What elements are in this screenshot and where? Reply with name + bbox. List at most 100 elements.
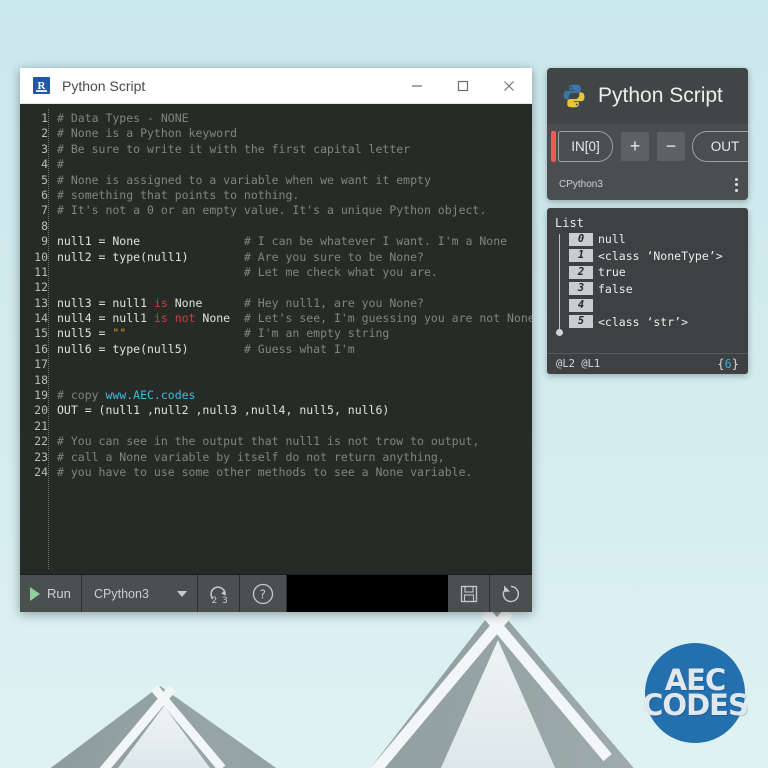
kebab-menu-icon[interactable] [735, 175, 738, 194]
list-item-index: 1 [569, 249, 593, 263]
logo-line-2: CODES [642, 688, 749, 722]
list-item-value: null [598, 232, 626, 247]
output-rows: 0 null 1 <class ‘NoneType’> 2 true 3 false 4 5 <cl… [555, 231, 742, 330]
revert-arrow-icon [502, 585, 520, 602]
code-line: # call a None variable by itself do not … [57, 449, 445, 464]
code-line: # you have to use some other methods to … [57, 464, 473, 479]
question-mark-icon: ? [252, 583, 274, 604]
window-titlebar[interactable]: R Python Script [20, 68, 532, 104]
engine-select[interactable]: CPython3 [82, 575, 198, 612]
output-list-title: List [555, 216, 584, 230]
line-number: 24 [34, 464, 48, 479]
revert-button[interactable] [490, 575, 532, 612]
line-number: 22 [34, 434, 48, 449]
list-item-value: <class ‘NoneType’> [598, 248, 723, 263]
input-port-in0[interactable]: IN[0] [558, 131, 613, 162]
python-logo-icon [561, 83, 587, 109]
code-line: # copy www.AEC.codes [57, 388, 196, 403]
output-status-bar: @L2 @L1 {6} [547, 353, 748, 374]
output-list-body: List 0 null 1 <class ‘NoneType’> 2 true 3 false… [547, 208, 748, 353]
toolbar-spacer [287, 575, 448, 612]
list-item-index: 4 [569, 298, 593, 312]
line-number: 18 [34, 372, 48, 387]
python-script-node[interactable]: Python Script IN[0] + − OUT CPython3 [547, 68, 748, 200]
revit-icon: R [33, 77, 50, 94]
add-port-button[interactable]: + [621, 132, 649, 161]
code-line: null1 = None # I can be whatever I want.… [57, 234, 508, 249]
line-number: 1 [41, 111, 48, 125]
count-value: 6 [724, 357, 732, 371]
line-number: 9 [41, 234, 48, 249]
code-line: # You can see in the output that null1 i… [57, 434, 480, 449]
line-number-gutter: 1 2 3 4 5 6 7 8 9 10 11 12 13 14 15 16 17 18 19 20 21 22 23 24 [20, 104, 48, 574]
editor-toolbar: Run CPython3 2 3 ? [20, 574, 532, 612]
node-title: Python Script [598, 84, 723, 107]
code-line: null4 = null1 is not None # Let's see, I… [57, 311, 532, 326]
code-editor-area[interactable]: 1 2 3 4 5 6 7 8 9 10 11 12 13 14 15 16 17 18 19 20 21 22 23 24 … [20, 104, 532, 574]
code-line: null5 = "" # I'm an empty string [57, 326, 390, 341]
floppy-disk-icon [460, 585, 477, 602]
window-buttons [394, 68, 532, 103]
line-number: 6 [41, 187, 48, 202]
run-button[interactable]: Run [20, 575, 82, 612]
output-status-left: @L2 @L1 [556, 358, 601, 370]
list-item-value: false [598, 281, 633, 296]
tree-connector-line [559, 234, 560, 333]
node-ports: IN[0] + − OUT [547, 124, 748, 169]
line-number: 2 [41, 126, 48, 141]
window-title: Python Script [62, 77, 146, 94]
list-item-value: <class ‘str’> [598, 314, 689, 329]
line-number: 15 [34, 326, 48, 341]
save-button[interactable] [448, 575, 490, 612]
line-number: 10 [34, 249, 48, 264]
list-item[interactable]: 1 <class ‘NoneType’> [555, 248, 742, 265]
python-2-to-3-button[interactable]: 2 3 [198, 575, 240, 612]
node-engine-label: CPython3 [559, 179, 603, 190]
line-number: 4 [41, 157, 48, 172]
code-line: # None is assigned to a variable when we… [57, 172, 431, 187]
code-line: # It's not a 0 or an empty value. It's a… [57, 203, 487, 218]
count-brace-close: } [731, 357, 739, 371]
remove-port-button[interactable]: − [657, 132, 685, 161]
python-script-editor-window: R Python Script 1 2 3 4 5 6 7 8 9 10 11 12 13 14 15 16 1… [20, 68, 532, 612]
line-number: 23 [34, 449, 48, 464]
list-item-index: 2 [569, 265, 593, 279]
line-number: 3 [41, 141, 48, 156]
output-port-out[interactable]: OUT [692, 131, 748, 162]
line-number: 11 [34, 264, 48, 279]
tree-connector-dot [556, 329, 563, 336]
node-header: Python Script [547, 68, 748, 124]
minimize-button[interactable] [394, 68, 440, 103]
code-line: # None is a Python keyword [57, 126, 238, 141]
code-line: OUT = (null1 ,null2 ,null3 ,null4, null5… [57, 403, 390, 418]
code-line: # Data Types - NONE [57, 111, 189, 125]
code-line: # Let me check what you are. [57, 264, 438, 279]
line-number: 20 [34, 403, 48, 418]
list-item[interactable]: 5 <class ‘str’> [555, 314, 742, 331]
list-item[interactable]: 2 true [555, 264, 742, 281]
list-item[interactable]: 4 [555, 297, 742, 314]
maximize-button[interactable] [440, 68, 486, 103]
list-item[interactable]: 0 null [555, 231, 742, 248]
line-number: 8 [41, 218, 48, 233]
code-content[interactable]: # Data Types - NONE # None is a Python ke… [49, 104, 532, 574]
line-number: 19 [34, 388, 48, 403]
output-preview-panel: List 0 null 1 <class ‘NoneType’> 2 true 3 false… [547, 208, 748, 374]
chevron-down-icon [177, 590, 187, 597]
code-line: # [57, 157, 64, 172]
code-line: null2 = type(null1) # Are you sure to be… [57, 249, 424, 264]
line-number: 14 [34, 311, 48, 326]
help-button[interactable]: ? [240, 575, 287, 612]
list-item[interactable]: 3 false [555, 281, 742, 298]
line-number: 5 [41, 172, 48, 187]
input-status-indicator [551, 131, 556, 162]
close-button[interactable] [486, 68, 532, 103]
list-item-value: true [598, 265, 626, 280]
line-number: 16 [34, 341, 48, 356]
play-icon [30, 586, 40, 601]
list-item-index: 0 [569, 232, 593, 246]
